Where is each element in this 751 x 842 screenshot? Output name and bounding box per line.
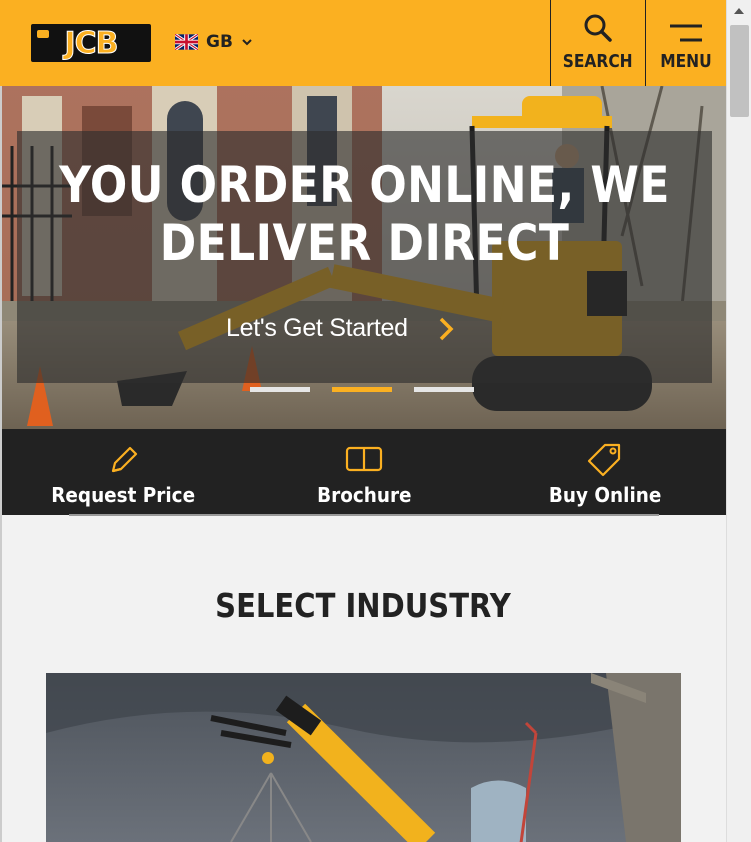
buy-online-button[interactable]: Buy Online	[485, 429, 726, 515]
action-bar: Request Price Brochure Buy Online	[2, 429, 726, 515]
request-price-label: Request Price	[50, 483, 195, 507]
section-title: SELECT INDUSTRY	[215, 586, 511, 625]
pencil-icon	[111, 446, 137, 473]
search-button[interactable]: SEARCH	[550, 0, 645, 86]
region-label: GB	[206, 32, 233, 52]
scroll-up-arrow-icon[interactable]	[734, 8, 744, 14]
vertical-scrollbar[interactable]	[726, 0, 751, 842]
search-icon	[584, 14, 612, 42]
get-started-label: Let's Get Started	[226, 314, 408, 342]
uk-flag-icon	[175, 34, 198, 50]
jcb-logo[interactable]: JCB	[31, 24, 151, 62]
brochure-label: Brochure	[316, 483, 412, 507]
brochure-icon	[345, 446, 383, 472]
request-price-button[interactable]: Request Price	[2, 429, 243, 515]
get-started-link[interactable]: Let's Get Started	[226, 314, 454, 343]
chevron-right-icon	[439, 317, 454, 340]
carousel-dot[interactable]	[414, 387, 474, 392]
menu-label: MENU	[660, 51, 712, 72]
hero-title: YOU ORDER ONLINE, WE DELIVER DIRECT	[59, 156, 670, 272]
site-header: JCB GB SEARCH MENU	[0, 0, 726, 86]
carousel-indicators	[250, 387, 474, 392]
search-label: SEARCH	[563, 51, 633, 72]
carousel-dot[interactable]	[250, 387, 310, 392]
tag-icon	[588, 443, 621, 477]
scroll-thumb[interactable]	[730, 25, 749, 117]
carousel-dot-active[interactable]	[332, 387, 392, 392]
logo-mark	[37, 30, 49, 38]
hero-banner: YOU ORDER ONLINE, WE DELIVER DIRECT Let'…	[2, 86, 726, 429]
divider	[69, 514, 659, 516]
industry-card[interactable]	[46, 673, 681, 842]
hamburger-icon	[670, 24, 702, 42]
menu-button[interactable]: MENU	[645, 0, 726, 86]
brochure-button[interactable]: Brochure	[243, 429, 484, 515]
industry-image	[46, 673, 681, 842]
region-selector[interactable]: GB	[175, 31, 253, 53]
chevron-down-icon	[242, 39, 252, 46]
buy-online-label: Buy Online	[549, 483, 662, 507]
logo-text: JCB	[64, 25, 119, 61]
